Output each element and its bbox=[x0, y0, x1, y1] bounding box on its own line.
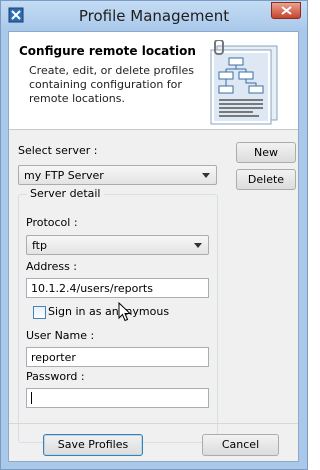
dialog-body: Configure remote location Create, edit, … bbox=[8, 31, 299, 462]
protocol-label: Protocol : bbox=[26, 216, 78, 229]
username-label: User Name : bbox=[26, 329, 95, 342]
anonymous-checkbox[interactable] bbox=[33, 306, 46, 319]
delete-button[interactable]: Delete bbox=[236, 169, 296, 190]
new-button-label: New bbox=[254, 146, 278, 159]
new-button[interactable]: New bbox=[236, 142, 296, 163]
chevron-down-icon bbox=[194, 243, 202, 248]
title-bar[interactable]: Profile Management bbox=[1, 1, 307, 31]
address-field[interactable]: 10.1.2.4/users/reports bbox=[26, 278, 209, 298]
window-title: Profile Management bbox=[78, 7, 230, 25]
header-description: Create, edit, or delete profiles contain… bbox=[29, 64, 195, 105]
password-label: Password : bbox=[26, 370, 85, 383]
protocol-select[interactable]: ftp bbox=[26, 235, 209, 255]
cancel-button[interactable]: Cancel bbox=[202, 434, 279, 456]
save-profiles-button[interactable]: Save Profiles bbox=[43, 434, 143, 456]
username-field[interactable]: reporter bbox=[26, 347, 209, 367]
dialog-header: Configure remote location Create, edit, … bbox=[9, 32, 298, 130]
server-select-value: my FTP Server bbox=[24, 169, 104, 182]
select-server-label: Select server : bbox=[18, 144, 98, 157]
mouse-pointer-icon bbox=[118, 302, 131, 322]
header-title: Configure remote location bbox=[19, 44, 196, 58]
server-select[interactable]: my FTP Server bbox=[18, 165, 217, 185]
password-field[interactable] bbox=[26, 388, 209, 408]
address-label: Address : bbox=[26, 260, 78, 273]
footer-divider bbox=[9, 423, 298, 424]
username-value: reporter bbox=[31, 351, 76, 364]
cancel-button-label: Cancel bbox=[221, 438, 260, 451]
protocol-select-value: ftp bbox=[32, 239, 47, 252]
close-icon bbox=[281, 6, 292, 15]
anonymous-label[interactable]: Sign in as anonymous bbox=[48, 305, 169, 318]
delete-button-label: Delete bbox=[247, 173, 285, 186]
profile-document-icon bbox=[210, 40, 278, 125]
text-caret bbox=[31, 392, 32, 404]
close-button[interactable] bbox=[271, 2, 301, 19]
profile-management-window: Profile Management Configure remote loca… bbox=[0, 0, 308, 470]
server-detail-label: Server detail bbox=[27, 187, 104, 200]
address-value: 10.1.2.4/users/reports bbox=[31, 282, 153, 295]
save-profiles-label: Save Profiles bbox=[57, 438, 129, 451]
chevron-down-icon bbox=[202, 173, 210, 178]
